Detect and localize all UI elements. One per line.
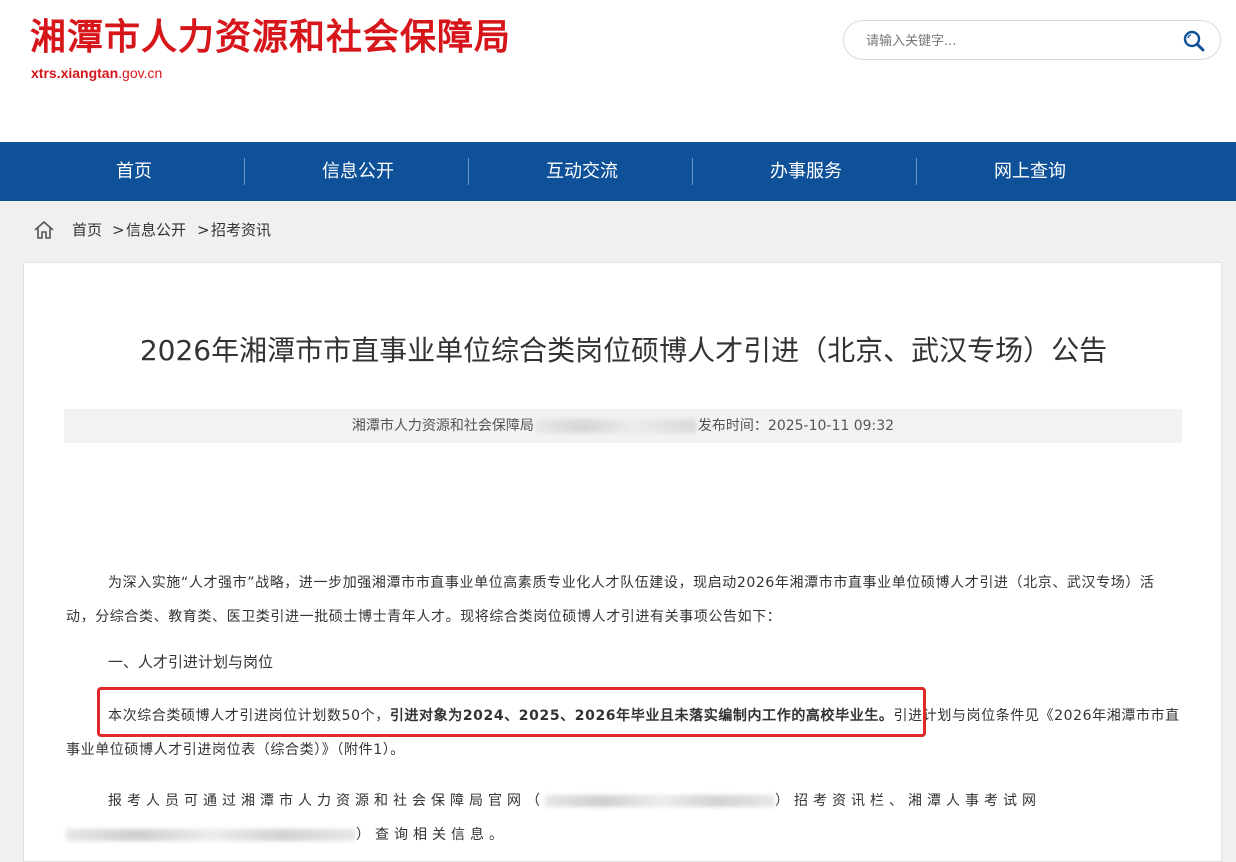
section-heading: 一、人才引进计划与岗位: [108, 653, 274, 671]
breadcrumb-home[interactable]: 首页: [72, 216, 102, 244]
site-header: 湘潭市人力资源和社会保障局 xtrs.xiangtan.gov.cn: [0, 0, 1236, 142]
article-title: 2026年湘潭市市直事业单位综合类岗位硕博人才引进（北京、武汉专场）公告: [139, 334, 1108, 367]
nav-item-online-query[interactable]: 网上查询: [918, 142, 1142, 201]
nav-divider: [468, 158, 469, 185]
redacted-link: [66, 829, 356, 841]
redacted-text: [535, 419, 696, 433]
nav-divider: [244, 158, 245, 185]
nav-item-home[interactable]: 首页: [22, 142, 246, 201]
breadcrumb-current[interactable]: 招考资讯: [211, 216, 271, 244]
site-title[interactable]: 湘潭市人力资源和社会保障局: [30, 14, 511, 62]
search-icon[interactable]: [1182, 29, 1206, 53]
article-container: 2026年湘潭市市直事业单位综合类岗位硕博人才引进（北京、武汉专场）公告 湘潭市…: [23, 262, 1222, 862]
highlight-annotation: [97, 687, 926, 737]
info-text-mid: ）招考资讯栏、湘潭人事考试网: [775, 793, 1041, 809]
main-nav: 首页 信息公开 互动交流 办事服务 网上查询: [0, 142, 1236, 201]
meta-publish-time: 2025-10-11 09:32: [767, 418, 895, 434]
breadcrumb-info-public[interactable]: 信息公开: [126, 216, 186, 244]
nav-item-services[interactable]: 办事服务: [694, 142, 918, 201]
meta-source: 湘潭市人力资源和社会保障局: [351, 418, 534, 434]
info-text-end: ）查询相关信息。: [356, 827, 508, 843]
nav-item-info-public[interactable]: 信息公开: [246, 142, 470, 201]
breadcrumb-separator: >: [112, 221, 125, 239]
site-url-bold: xtrs.xiangtan: [31, 65, 119, 81]
home-icon[interactable]: [33, 219, 55, 241]
site-url: xtrs.xiangtan.gov.cn: [31, 64, 162, 82]
article-meta: 湘潭市人力资源和社会保障局 发布时间：2025-10-11 09:32: [64, 409, 1182, 443]
meta-publish-label: 发布时间：: [697, 418, 768, 434]
search-input[interactable]: [864, 29, 1168, 53]
site-url-rest: .gov.cn: [118, 65, 163, 81]
paragraph-intro: 为深入实施“人才强市”战略，进一步加强湘潭市市直事业单位高素质专业化人才队伍建设…: [66, 575, 1155, 625]
breadcrumb-separator: >: [197, 221, 210, 239]
nav-divider: [916, 158, 917, 185]
redacted-link: [545, 795, 775, 807]
info-text-start: 报考人员可通过湘潭市人力资源和社会保障局官网（: [108, 793, 545, 809]
nav-divider: [692, 158, 693, 185]
search-box: [843, 20, 1221, 60]
nav-item-interaction[interactable]: 互动交流: [470, 142, 694, 201]
paragraph-info-source: 报考人员可通过湘潭市人力资源和社会保障局官网（ ）招考资讯栏、湘潭人事考试网 ）查询…: [66, 784, 1181, 852]
